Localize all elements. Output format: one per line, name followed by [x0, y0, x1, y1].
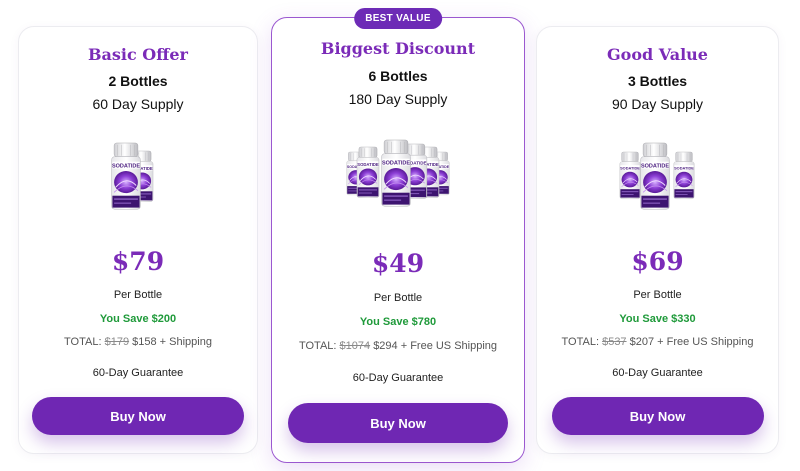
bottle-count: 2 Bottles: [108, 73, 168, 89]
total-price: TOTAL: $537 $207 + Free US Shipping: [537, 336, 778, 348]
price-per-bottle: $69: [631, 247, 684, 276]
total-label: TOTAL:: [561, 336, 600, 348]
offer-title: Biggest Discount: [320, 39, 476, 58]
total-price: TOTAL: $1074 $294 + Free US Shipping: [272, 340, 524, 352]
buy-now-button-basic[interactable]: Buy Now: [32, 397, 244, 435]
offer-title: Good Value: [607, 45, 708, 64]
supply-duration: 180 Day Supply: [348, 91, 448, 107]
price-per-bottle: $79: [111, 247, 165, 276]
original-total: $179: [104, 336, 130, 348]
bottle-count: 6 Bottles: [368, 68, 428, 84]
product-image-6-bottles: [272, 136, 524, 216]
price-per-bottle: $49: [371, 249, 425, 278]
discounted-total: $294 + Free US Shipping: [373, 340, 498, 352]
savings-text: You Save $780: [359, 316, 437, 328]
offer-title: Basic Offer: [88, 45, 188, 64]
bottle-group-image: [346, 139, 451, 207]
original-total: $537: [602, 336, 627, 348]
product-image-2-bottles: [19, 139, 257, 219]
original-total: $1074: [339, 340, 371, 352]
per-bottle-label: Per Bottle: [633, 289, 682, 301]
offer-card-biggest-discount: BEST VALUE Biggest Discount 6 Bottles 18…: [271, 8, 525, 463]
offer-card-basic: Basic Offer 2 Bottles 60 Day Supply $79 …: [18, 26, 258, 454]
bottle-group-image: [618, 142, 695, 210]
guarantee-text: 60-Day Guarantee: [92, 367, 184, 379]
per-bottle-label: Per Bottle: [113, 289, 163, 301]
total-price: TOTAL: $179 $158 + Shipping: [19, 336, 257, 348]
savings-text: You Save $330: [619, 313, 696, 325]
savings-text: You Save $200: [99, 313, 177, 325]
total-label: TOTAL:: [298, 340, 337, 352]
buy-now-button-biggest-discount[interactable]: Buy Now: [288, 403, 508, 443]
total-label: TOTAL:: [64, 336, 102, 348]
supply-duration: 90 Day Supply: [611, 96, 704, 112]
guarantee-text: 60-Day Guarantee: [612, 367, 703, 379]
per-bottle-label: Per Bottle: [373, 292, 423, 304]
guarantee-text: 60-Day Guarantee: [352, 372, 444, 384]
bottle-count: 3 Bottles: [627, 73, 688, 89]
offer-card-good-value: Good Value 3 Bottles 90 Day Supply $69 P…: [536, 26, 779, 454]
product-image-3-bottles: [537, 139, 778, 219]
supply-duration: 60 Day Supply: [92, 96, 184, 112]
discounted-total: $158 + Shipping: [132, 336, 212, 348]
discounted-total: $207 + Free US Shipping: [629, 336, 754, 348]
bottle-group-image: [110, 142, 154, 210]
best-value-badge: BEST VALUE: [354, 8, 442, 29]
buy-now-button-good-value[interactable]: Buy Now: [551, 397, 764, 435]
